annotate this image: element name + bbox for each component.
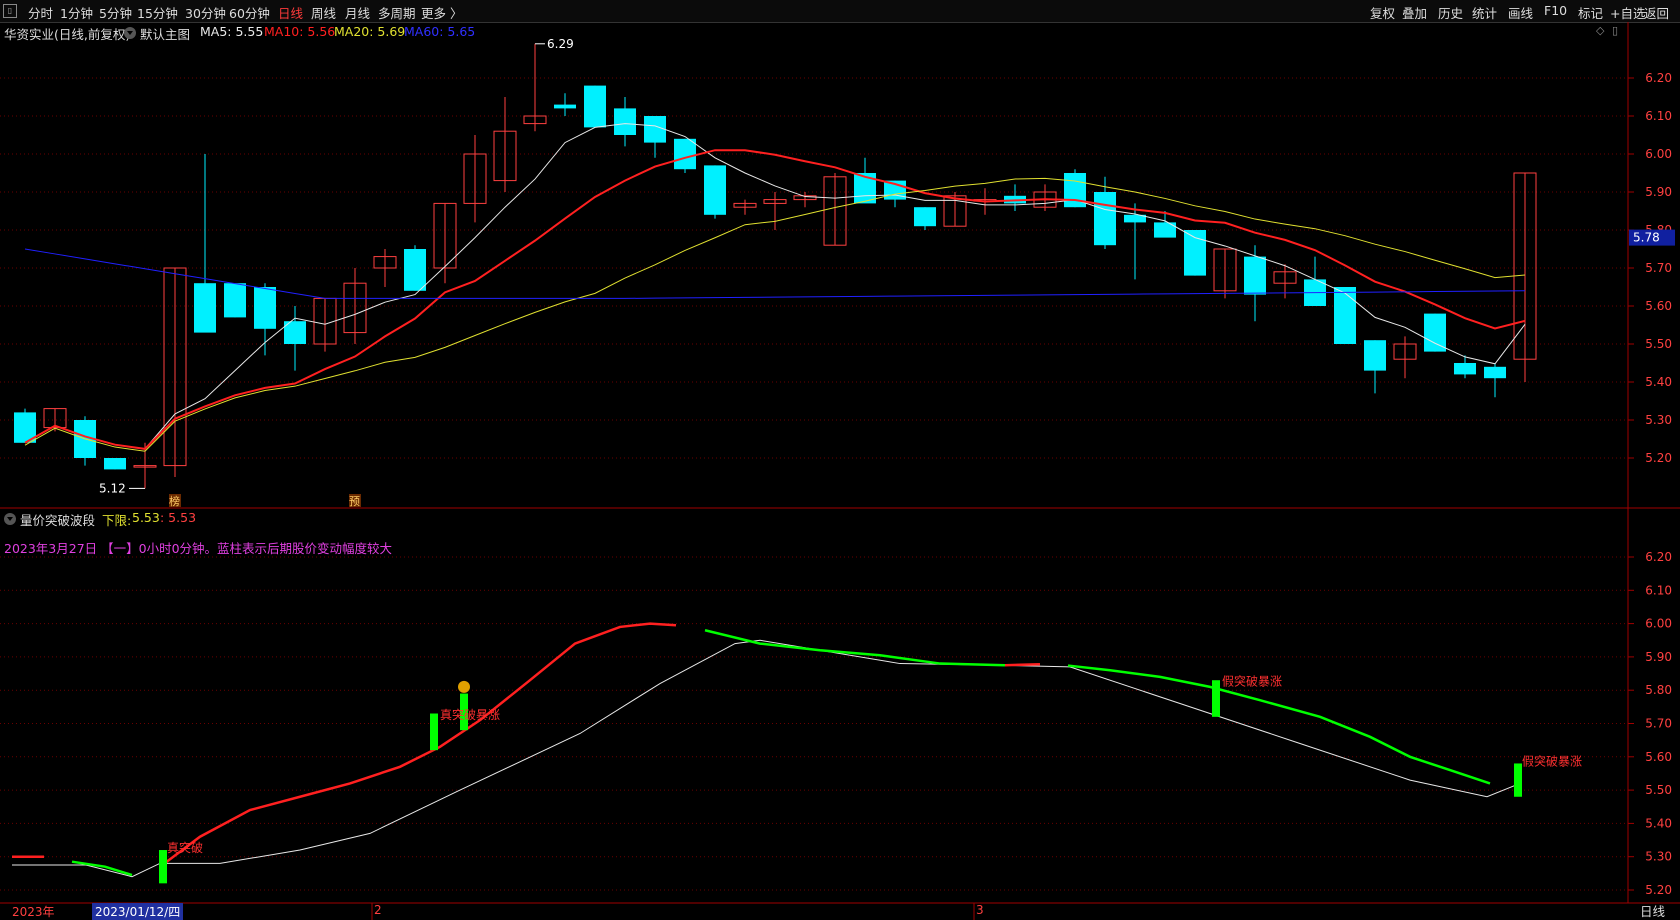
- signal-annotation: 真突破: [167, 840, 203, 855]
- signal-marker-label: 榜: [169, 494, 180, 508]
- candle-body-down: [644, 116, 666, 143]
- candle-body-down: [1094, 192, 1116, 246]
- y-tick-label: 6.00: [1645, 147, 1672, 161]
- sub-y-tick-label: 5.50: [1645, 783, 1672, 797]
- sub-red-small: [1004, 662, 1041, 667]
- sub-y-tick-label: 5.90: [1645, 650, 1672, 664]
- candle-body-down: [1334, 287, 1356, 344]
- candle-body-down: [1244, 256, 1266, 295]
- y-tick-label: 5.70: [1645, 261, 1672, 275]
- candle-body-down: [674, 138, 696, 170]
- candle-body-down: [224, 283, 246, 318]
- candle-body-down: [1454, 363, 1476, 375]
- signal-bar: [1212, 680, 1220, 717]
- sub-y-tick-label: 5.20: [1645, 883, 1672, 897]
- sub-y-tick-label: 6.10: [1645, 583, 1672, 597]
- y-tick-label: 5.20: [1645, 451, 1672, 465]
- candle-body-down: [914, 207, 936, 227]
- sub-y-tick-label: 6.20: [1645, 550, 1672, 564]
- signal-annotation: 真突破暴涨: [440, 707, 500, 722]
- candle-body-down: [614, 108, 636, 135]
- chart-area[interactable]: 6.20 6.10 6.00 5.90 5.80 5.70 5.60 5.50 5.40 5.30…: [0, 0, 1680, 920]
- sub-green-segment: [71, 860, 133, 877]
- y-tick-label: 6.10: [1645, 109, 1672, 123]
- y-tick-label: 5.30: [1645, 413, 1672, 427]
- y-tick-label: 6.20: [1645, 71, 1672, 85]
- month-label-2: 2: [374, 903, 382, 917]
- sub-y-tick-label: 5.40: [1645, 816, 1672, 830]
- y-tick-label: 5.50: [1645, 337, 1672, 351]
- signal-bar: [159, 850, 167, 884]
- ma60-line: [24, 248, 1526, 299]
- candle-body-down: [584, 85, 606, 128]
- money-bag-icon: [458, 680, 470, 693]
- sub-green-wave: [704, 629, 1006, 667]
- candle-body-down: [104, 458, 126, 470]
- sub-y-tick-label: 5.30: [1645, 850, 1672, 864]
- sub-y-tick-label: 6.00: [1645, 617, 1672, 631]
- candle-body-down: [1184, 230, 1206, 276]
- y-tick-label: 5.60: [1645, 299, 1672, 313]
- signal-annotation: 假突破暴涨: [1222, 674, 1282, 689]
- candle-body-down: [404, 249, 426, 291]
- signal-marker-label: 预: [349, 495, 360, 508]
- signal-bar: [430, 713, 438, 751]
- low-label: 5.12: [99, 481, 126, 495]
- candle-body-down: [1484, 366, 1506, 379]
- period-label[interactable]: 日线: [1640, 901, 1665, 920]
- cursor-date: 2023/01/12/四: [92, 903, 184, 920]
- sub-red-wave: [159, 622, 677, 868]
- sub-y-tick-label: 5.80: [1645, 683, 1672, 697]
- sub-y-tick-label: 5.70: [1645, 717, 1672, 731]
- candle-body-down: [1424, 313, 1446, 352]
- signal-annotation: 假突破暴涨: [1522, 753, 1582, 768]
- sub-y-tick-label: 5.60: [1645, 750, 1672, 764]
- signal-bar: [1514, 763, 1522, 797]
- y-tick-label: 5.40: [1645, 375, 1672, 389]
- sub-white-line: [12, 639, 1521, 878]
- year-label: 2023年: [12, 905, 55, 919]
- month-label-3: 3: [976, 903, 984, 917]
- candle-body-down: [194, 283, 216, 333]
- candle-body-down: [254, 287, 276, 329]
- current-price-label: 5.78: [1633, 231, 1660, 245]
- y-tick-label: 5.90: [1645, 185, 1672, 199]
- high-label: 6.29: [547, 37, 574, 51]
- candle-body-down: [554, 104, 576, 109]
- candle-body-down: [704, 165, 726, 215]
- candle-body-down: [1364, 340, 1386, 371]
